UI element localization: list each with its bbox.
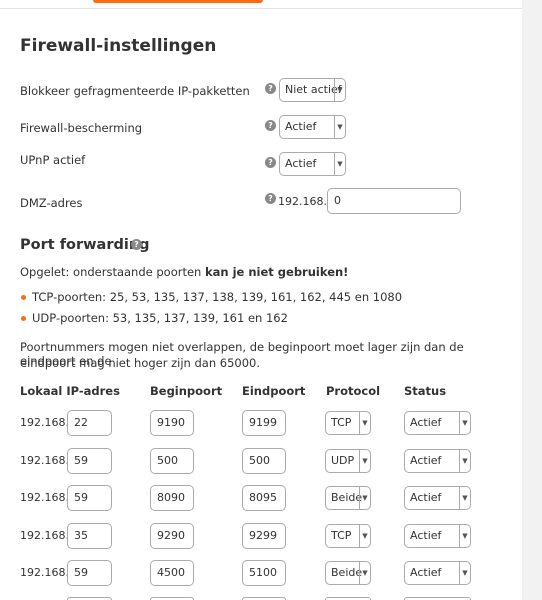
end-port-input[interactable]: 500 (242, 448, 286, 474)
status-select[interactable]: Actief ▼ (404, 524, 471, 548)
status-select[interactable]: Actief ▼ (404, 449, 471, 473)
protection-label: Firewall-bescherming (20, 121, 143, 135)
warning-text: Opgelet: onderstaande poorten kan je nie… (20, 265, 348, 279)
chevron-down-icon: ▼ (359, 412, 370, 434)
status-select[interactable]: Actief ▼ (404, 561, 471, 585)
chevron-down-icon: ▼ (459, 487, 470, 509)
bullet-dot (21, 316, 26, 321)
status-value: Actief (410, 454, 442, 467)
settings-card: Firewall-instellingen Blokkeer gefragmen… (0, 0, 522, 600)
chevron-down-icon: ▼ (459, 562, 470, 584)
ip-input[interactable]: 59 (67, 485, 112, 511)
column-header-end: Eindpoort (242, 384, 306, 398)
protocol-select[interactable]: UDP ▼ (325, 449, 371, 473)
chevron-down-icon: ▼ (359, 562, 370, 584)
chevron-down-icon: ▼ (459, 525, 470, 547)
protocol-value: TCP (331, 529, 352, 542)
chevron-down-icon: ▼ (334, 79, 345, 101)
start-port-input[interactable]: 9190 (150, 410, 194, 436)
chevron-down-icon: ▼ (359, 525, 370, 547)
page-title: Firewall-instellingen (20, 36, 217, 56)
column-header-protocol: Protocol (326, 384, 381, 398)
column-header-status: Status (404, 384, 447, 398)
ip-input[interactable]: 22 (67, 410, 112, 436)
chevron-down-icon: ▼ (359, 450, 370, 472)
status-select[interactable]: Actief ▼ (404, 486, 471, 510)
protocol-value: UDP (331, 454, 355, 467)
start-port-input[interactable]: 8090 (150, 485, 194, 511)
status-value: Actief (410, 416, 442, 429)
chevron-down-icon: ▼ (334, 116, 345, 138)
chevron-down-icon: ▼ (334, 153, 345, 175)
status-value: Actief (410, 566, 442, 579)
column-header-ip: Lokaal IP-adres (20, 384, 120, 398)
dmz-label: DMZ-adres (20, 196, 83, 210)
dmz-input[interactable]: 0 (327, 188, 461, 214)
help-icon[interactable]: ? (265, 120, 276, 131)
chevron-down-icon: ▼ (459, 412, 470, 434)
upnp-label: UPnP actief (20, 153, 86, 167)
note-line-2: eindpoort mag niet hoger zijn dan 65000. (20, 356, 261, 370)
upnp-value: Actief (285, 157, 317, 170)
help-icon[interactable]: ? (131, 239, 142, 250)
status-value: Actief (410, 491, 442, 504)
tcp-ports-text: TCP-poorten: 25, 53, 135, 137, 138, 139,… (32, 290, 403, 304)
protection-select[interactable]: Actief ▼ (279, 115, 346, 139)
protocol-select[interactable]: TCP ▼ (325, 411, 371, 435)
help-icon[interactable]: ? (265, 83, 276, 94)
bullet-dot (21, 295, 26, 300)
ip-input[interactable]: 59 (67, 560, 112, 586)
end-port-input[interactable]: 9199 (242, 410, 286, 436)
fragmented-label: Blokkeer gefragmenteerde IP-pakketten (20, 84, 250, 98)
fragmented-select[interactable]: Niet actief ▼ (279, 78, 346, 102)
help-icon[interactable]: ? (265, 193, 276, 204)
protection-value: Actief (285, 120, 317, 133)
start-port-input[interactable]: 9290 (150, 523, 194, 549)
warning-bold: kan je niet gebruiken! (205, 265, 349, 279)
upnp-select[interactable]: Actief ▼ (279, 152, 346, 176)
ip-input[interactable]: 35 (67, 523, 112, 549)
help-icon[interactable]: ? (265, 157, 276, 168)
warning-prefix: Opgelet: onderstaande poorten (20, 265, 206, 279)
start-port-input[interactable]: 500 (150, 448, 194, 474)
status-select[interactable]: Actief ▼ (404, 411, 471, 435)
protocol-select[interactable]: TCP ▼ (325, 524, 371, 548)
protocol-value: Beide (331, 491, 363, 504)
column-header-start: Beginpoort (150, 384, 223, 398)
ip-input[interactable]: 59 (67, 448, 112, 474)
protocol-value: TCP (331, 416, 352, 429)
protocol-select[interactable]: Beide ▼ (325, 561, 371, 585)
protocol-value: Beide (331, 566, 363, 579)
end-port-input[interactable]: 8095 (242, 485, 286, 511)
end-port-input[interactable]: 5100 (242, 560, 286, 586)
active-tab-indicator (93, 0, 263, 3)
end-port-input[interactable]: 9299 (242, 523, 286, 549)
start-port-input[interactable]: 4500 (150, 560, 194, 586)
chevron-down-icon: ▼ (459, 450, 470, 472)
protocol-select[interactable]: Beide ▼ (325, 486, 371, 510)
status-value: Actief (410, 529, 442, 542)
udp-ports-text: UDP-poorten: 53, 135, 137, 139, 161 en 1… (32, 311, 288, 325)
chevron-down-icon: ▼ (359, 487, 370, 509)
